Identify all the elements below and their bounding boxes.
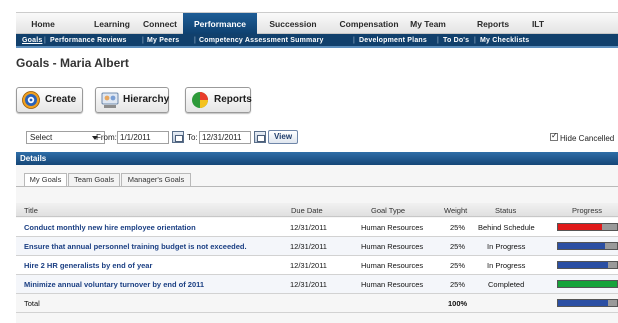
progress-fill xyxy=(558,281,617,287)
table-row: Ensure that annual personnel training bu… xyxy=(16,237,618,256)
table-row: Conduct monthly new hire employee orient… xyxy=(16,218,618,237)
nav-compensation[interactable]: Compensation xyxy=(338,13,400,35)
col-progress[interactable]: Progress xyxy=(572,206,602,215)
goal-filter-value: Select xyxy=(30,133,53,142)
goal-title-link[interactable]: Ensure that annual personnel training bu… xyxy=(24,242,247,251)
progress-fill xyxy=(558,243,606,249)
col-goal-type[interactable]: Goal Type xyxy=(371,206,405,215)
goal-type: Human Resources xyxy=(361,280,424,289)
main-nav: Home Learning Connect Performance Succes… xyxy=(16,12,618,35)
create-label: Create xyxy=(45,94,77,105)
sub-nav: Goals | Performance Reviews | My Peers |… xyxy=(16,34,618,48)
subnav-separator: | xyxy=(474,37,476,44)
calendar-icon[interactable] xyxy=(172,131,184,143)
nav-succession[interactable]: Succession xyxy=(264,13,322,35)
nav-connect[interactable]: Connect xyxy=(136,13,184,35)
goal-title-link[interactable]: Hire 2 HR generalists by end of year xyxy=(24,261,152,270)
nav-ilt[interactable]: ILT xyxy=(526,13,550,35)
hide-cancelled-label: Hide Cancelled xyxy=(560,134,615,143)
weight: 25% xyxy=(450,223,466,232)
col-weight[interactable]: Weight xyxy=(444,206,467,215)
subnav-my-peers[interactable]: My Peers xyxy=(147,34,179,48)
tab-managers-goals[interactable]: Manager's Goals xyxy=(121,173,191,187)
goal-type: Human Resources xyxy=(361,223,424,232)
view-button[interactable]: View xyxy=(268,130,298,144)
total-row: Total 100% xyxy=(16,294,618,313)
goal-filter-select[interactable]: Select xyxy=(26,131,105,144)
subnav-competency-assessment-summary[interactable]: Competency Assessment Summary xyxy=(199,34,324,48)
due-date: 12/31/2011 xyxy=(290,223,327,232)
total-label: Total xyxy=(24,299,40,308)
due-date: 12/31/2011 xyxy=(290,280,327,289)
progress-bar xyxy=(557,280,618,288)
page-title: Goals - Maria Albert xyxy=(16,56,129,70)
subnav-development-plans[interactable]: Development Plans xyxy=(359,34,427,48)
progress-fill xyxy=(558,262,609,268)
tab-team-goals[interactable]: Team Goals xyxy=(68,173,120,187)
goal-title-link[interactable]: Minimize annual voluntary turnover by en… xyxy=(24,280,204,289)
from-date-input[interactable]: 1/1/2011 xyxy=(117,131,169,144)
weight: 25% xyxy=(450,261,466,270)
from-label: From: xyxy=(96,133,117,142)
status: Behind Schedule xyxy=(478,223,535,232)
weight: 25% xyxy=(450,280,466,289)
hierarchy-label: Hierarchy xyxy=(123,94,170,105)
status: In Progress xyxy=(487,261,526,270)
table-row: Minimize annual voluntary turnover by en… xyxy=(16,275,618,294)
col-due-date[interactable]: Due Date xyxy=(291,206,323,215)
progress-bar xyxy=(557,261,618,269)
progress-bar xyxy=(557,299,618,307)
subnav-performance-reviews[interactable]: Performance Reviews xyxy=(50,34,127,48)
hierarchy-icon xyxy=(101,92,119,108)
col-status[interactable]: Status xyxy=(495,206,516,215)
total-weight: 100% xyxy=(448,299,468,308)
tab-my-goals[interactable]: My Goals xyxy=(24,173,67,187)
subnav-separator: | xyxy=(353,37,355,44)
hide-cancelled-checkbox[interactable] xyxy=(550,131,558,141)
to-label: To: xyxy=(187,133,198,142)
progress-bar xyxy=(557,223,618,231)
hierarchy-button[interactable]: Hierarchy xyxy=(95,87,169,113)
nav-home[interactable]: Home xyxy=(22,13,64,35)
goals-table-header: Title Due Date Goal Type Weight Status P… xyxy=(16,203,618,217)
pie-chart-icon xyxy=(192,92,208,108)
calendar-icon[interactable] xyxy=(254,131,266,143)
progress-fill xyxy=(558,224,603,230)
to-date-input[interactable]: 12/31/2011 xyxy=(199,131,251,144)
nav-my-team[interactable]: My Team xyxy=(402,13,454,35)
progress-bar xyxy=(557,242,618,250)
tab-divider xyxy=(16,186,618,187)
subnav-separator: | xyxy=(142,37,144,44)
weight: 25% xyxy=(450,242,466,251)
nav-performance[interactable]: Performance xyxy=(183,13,257,35)
col-title[interactable]: Title xyxy=(24,206,38,215)
table-row: Hire 2 HR generalists by end of year 12/… xyxy=(16,256,618,275)
subnav-separator: | xyxy=(194,37,196,44)
reports-label: Reports xyxy=(214,94,252,105)
subnav-separator: | xyxy=(44,37,46,44)
reports-button[interactable]: Reports xyxy=(185,87,252,113)
goal-title-link[interactable]: Conduct monthly new hire employee orient… xyxy=(24,223,196,232)
due-date: 12/31/2011 xyxy=(290,242,327,251)
subnav-separator: | xyxy=(437,37,439,44)
create-icon xyxy=(22,91,40,109)
subnav-to-dos[interactable]: To Do's xyxy=(443,34,469,48)
due-date: 12/31/2011 xyxy=(290,261,327,270)
subnav-my-checklists[interactable]: My Checklists xyxy=(480,34,529,48)
goal-type: Human Resources xyxy=(361,261,424,270)
goal-type: Human Resources xyxy=(361,242,424,251)
status: In Progress xyxy=(487,242,526,251)
nav-reports[interactable]: Reports xyxy=(474,13,512,35)
progress-fill xyxy=(558,300,609,306)
status: Completed xyxy=(488,280,525,289)
nav-learning[interactable]: Learning xyxy=(88,13,136,35)
create-button[interactable]: Create xyxy=(16,87,83,113)
details-header: Details xyxy=(16,152,618,165)
subnav-goals[interactable]: Goals xyxy=(22,34,42,48)
